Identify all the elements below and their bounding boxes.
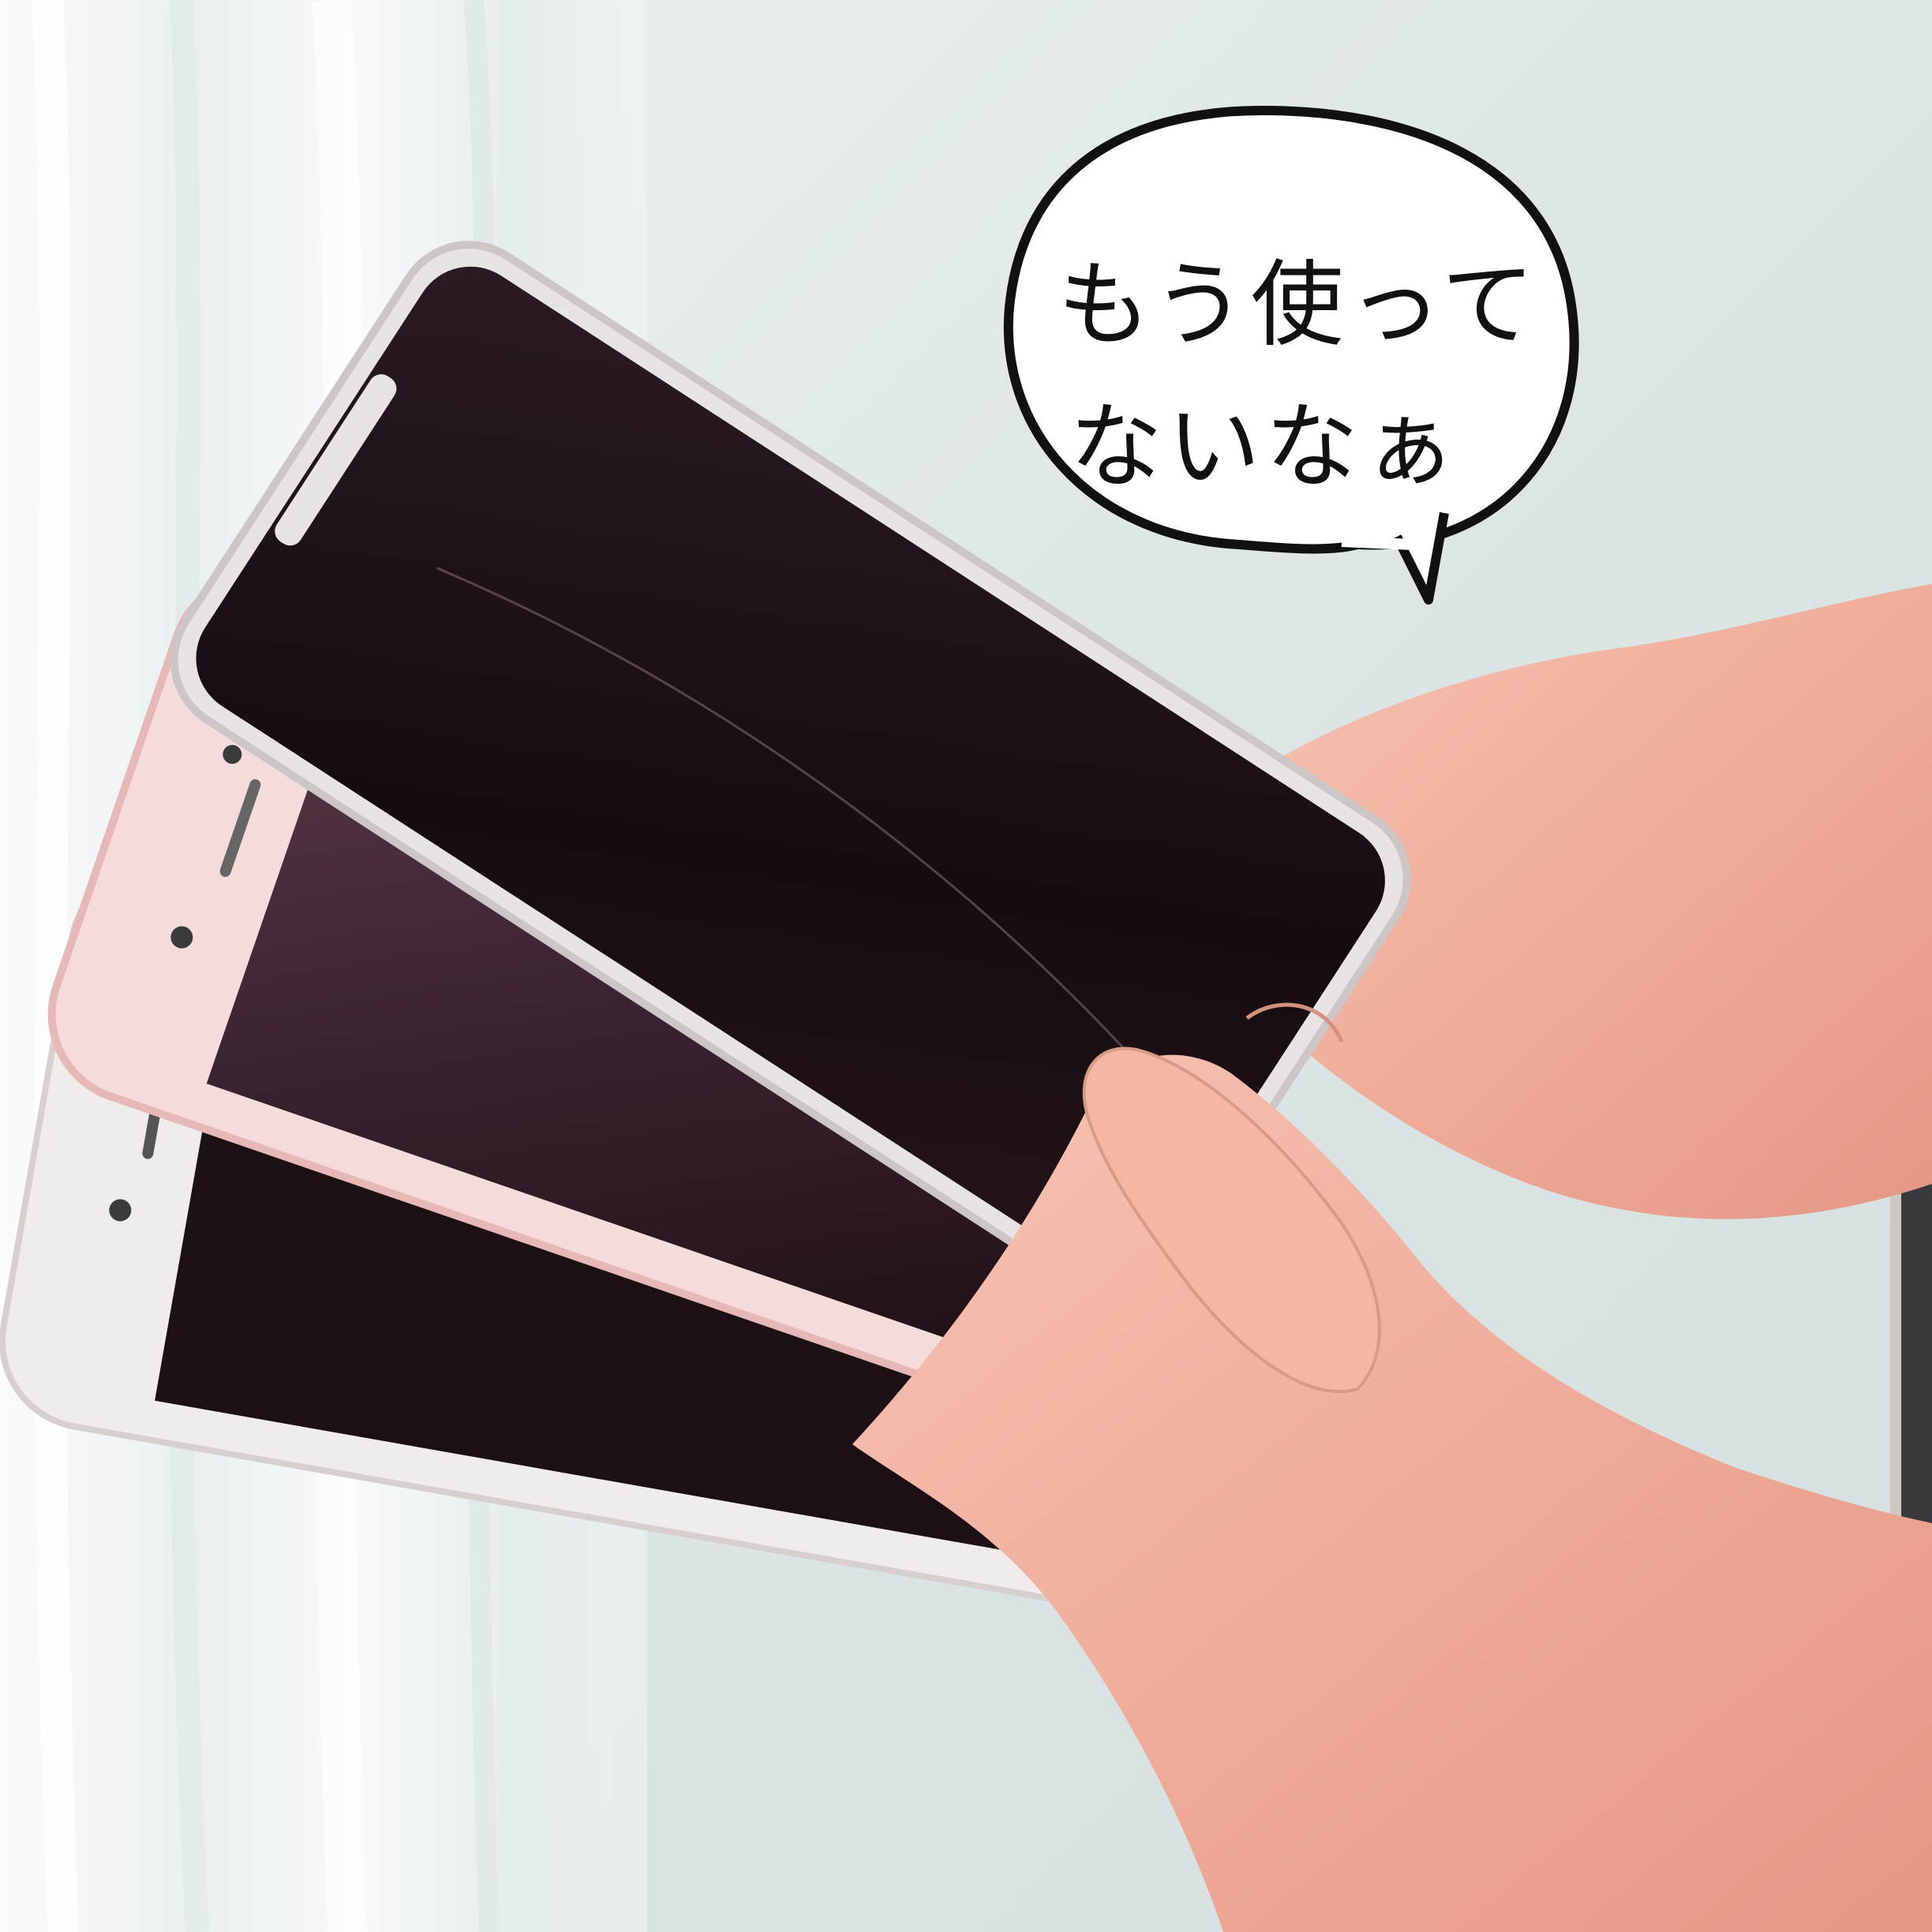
- speech-bubble-line-2: ないなぁ: [1069, 392, 1462, 501]
- photo-scene: [0, 0, 1932, 1932]
- speech-bubble-line-1: もう使って: [1058, 250, 1540, 359]
